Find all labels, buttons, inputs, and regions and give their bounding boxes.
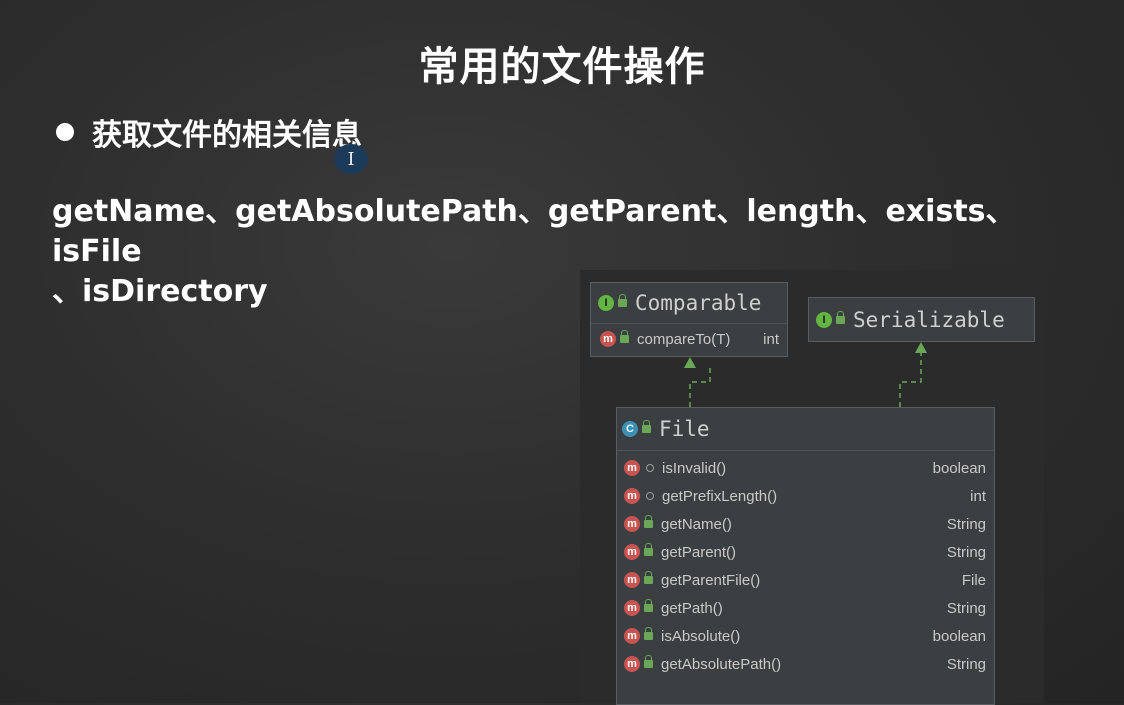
method-badge-icon: m — [624, 600, 640, 616]
method-badge-icon: m — [624, 628, 640, 644]
slide-title: 常用的文件操作 — [418, 44, 706, 90]
public-lock-icon — [644, 515, 653, 528]
method-list-line-1: getName、getAbsolutePath、getParent、length… — [52, 194, 1016, 269]
serializable-arrow-head-icon — [915, 342, 927, 353]
method-badge-icon: m — [624, 656, 640, 672]
file-method-row[interactable]: m isInvalid() boolean — [617, 454, 994, 482]
public-lock-icon — [644, 571, 653, 584]
method-badge-icon: m — [624, 572, 640, 588]
method-return-type: File — [961, 571, 986, 589]
method-return-type: String — [946, 543, 986, 561]
method-badge-icon: m — [600, 331, 616, 347]
comparable-header: I Comparable — [591, 283, 787, 323]
interface-badge-icon: I — [598, 295, 614, 311]
method-name: getParentFile() — [661, 571, 761, 589]
method-badge-icon: m — [624, 544, 640, 560]
method-return-type: String — [946, 599, 986, 617]
text-cursor-icon: I — [334, 144, 368, 174]
comparable-name: Comparable — [635, 291, 762, 315]
public-lock-icon — [836, 310, 845, 324]
serializable-arrow-line — [899, 352, 922, 407]
method-name: compareTo(T) — [637, 330, 731, 348]
method-name: isInvalid() — [662, 459, 727, 477]
method-name: getPath() — [661, 599, 723, 617]
method-name: getAbsolutePath() — [661, 655, 782, 673]
file-method-list: m isInvalid() boolean m getPrefixLength() int… — [617, 451, 994, 678]
method-return-type: boolean — [932, 627, 986, 645]
bullet-text: 获取文件的相关信息 — [92, 118, 362, 153]
public-lock-icon — [620, 330, 629, 343]
public-lock-icon — [642, 420, 651, 433]
method-return-type: String — [946, 655, 986, 673]
method-name: isAbsolute() — [661, 627, 741, 645]
public-lock-icon — [644, 655, 653, 668]
method-return-type: boolean — [932, 459, 986, 477]
public-lock-icon — [644, 627, 653, 640]
package-private-icon — [646, 492, 654, 500]
method-badge-icon: m — [624, 460, 640, 476]
serializable-name: Serializable — [853, 307, 1005, 332]
file-class-name: File — [659, 417, 710, 441]
class-badge-icon: C — [622, 421, 638, 437]
public-lock-icon — [618, 294, 627, 307]
method-return-type: int — [763, 330, 779, 348]
uml-diagram: I Comparable m compareTo(T) int I Serial… — [580, 270, 1044, 705]
comparable-arrow-head-icon — [684, 357, 696, 368]
public-lock-icon — [644, 599, 653, 612]
file-method-row[interactable]: m getPath() String — [617, 594, 994, 622]
comparable-interface-box[interactable]: I Comparable m compareTo(T) int — [590, 282, 788, 357]
comparable-method-row[interactable]: m compareTo(T) int — [591, 324, 787, 354]
bullet-dot-icon — [56, 123, 74, 141]
method-name: getPrefixLength() — [662, 487, 778, 505]
file-method-row[interactable]: m isAbsolute() boolean — [617, 622, 994, 650]
comparable-arrow-line — [689, 366, 711, 407]
file-method-row[interactable]: m getParentFile() File — [617, 566, 994, 594]
file-header: C File — [617, 408, 994, 450]
file-class-box[interactable]: C File m isInvalid() boolean m getPrefixLeng… — [616, 407, 995, 705]
bullet-item: 获取文件的相关信息 — [56, 110, 362, 154]
public-lock-icon — [644, 543, 653, 556]
serializable-header: I Serializable — [809, 298, 1034, 341]
file-method-row[interactable]: m getPrefixLength() int — [617, 482, 994, 510]
file-method-row[interactable]: m getAbsolutePath() String — [617, 650, 994, 678]
file-method-row[interactable]: m getParent() String — [617, 538, 994, 566]
method-name: getParent() — [661, 543, 737, 561]
method-name: getName() — [661, 515, 732, 533]
method-return-type: int — [970, 487, 986, 505]
package-private-icon — [646, 464, 654, 472]
method-badge-icon: m — [624, 516, 640, 532]
method-badge-icon: m — [624, 488, 640, 504]
method-return-type: String — [946, 515, 986, 533]
serializable-interface-box[interactable]: I Serializable — [808, 297, 1035, 342]
file-method-row[interactable]: m getName() String — [617, 510, 994, 538]
interface-badge-icon: I — [816, 311, 832, 328]
